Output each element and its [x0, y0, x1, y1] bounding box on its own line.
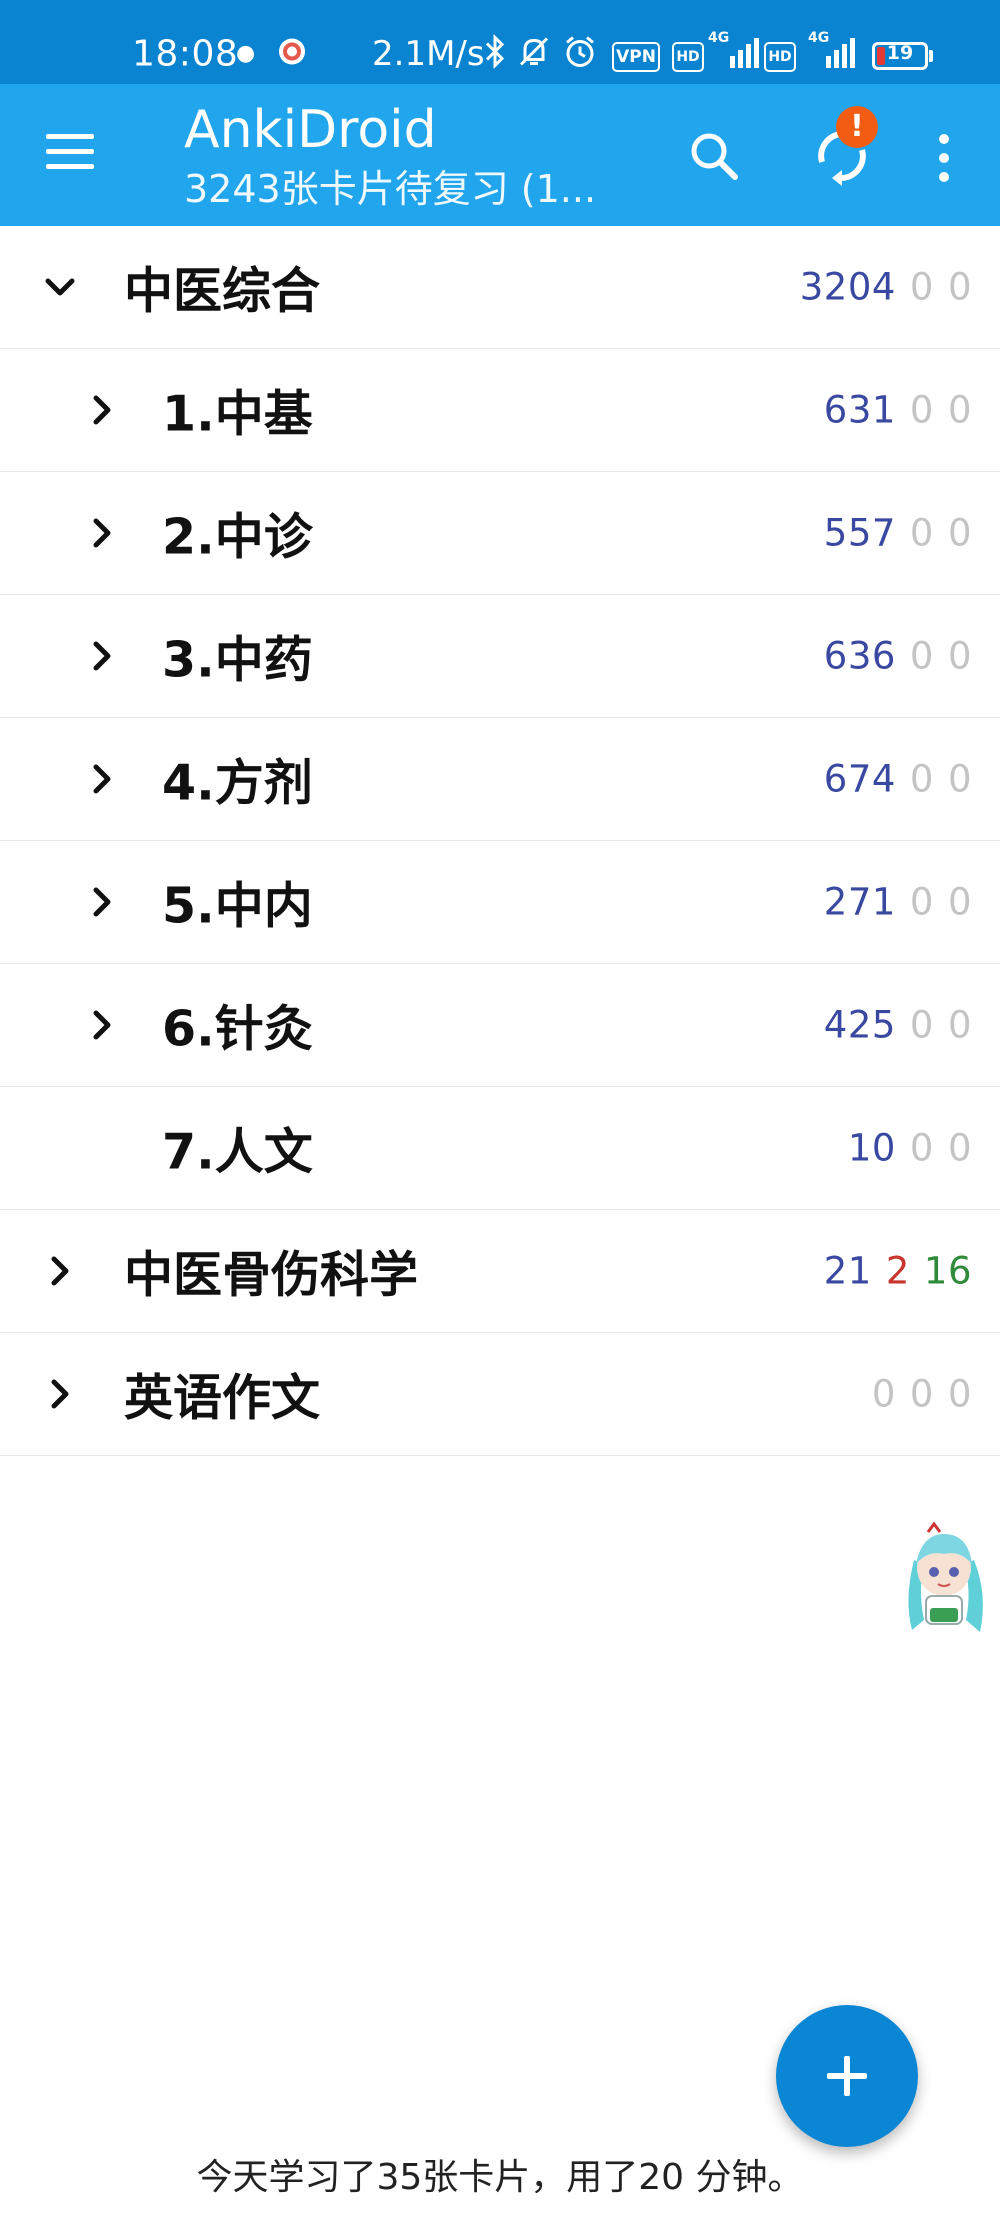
deck-counts: 425 0 0	[824, 1004, 972, 1047]
chevron-right-icon[interactable]	[82, 636, 122, 676]
deck-name: 1.中基	[162, 385, 313, 443]
deck-row[interactable]: 2.中诊 557 0 0	[0, 472, 1000, 595]
deck-counts: 000	[872, 1373, 972, 1416]
network-speed: 2.1M/s	[372, 34, 485, 74]
new-count: 21	[823, 1249, 872, 1293]
deck-row[interactable]: 中医骨伤科学 21 2 16	[0, 1210, 1000, 1333]
hd-icon-2: HD	[764, 42, 796, 72]
chevron-right-icon[interactable]	[40, 1374, 80, 1414]
bell-muted-icon	[516, 34, 552, 75]
add-plus-icon[interactable]	[776, 2005, 918, 2147]
deck-row[interactable]: 英语作文 000	[0, 1333, 1000, 1456]
deck-name: 7.人文	[162, 1123, 313, 1181]
deck-row[interactable]: 1.中基 631 0 0	[0, 349, 1000, 472]
signal-strength-icon-2	[826, 34, 855, 68]
learn-count: 0	[909, 880, 934, 924]
chevron-right-icon[interactable]	[82, 759, 122, 799]
deck-counts: 21 2 16	[824, 1250, 972, 1293]
new-count: 425	[823, 1003, 896, 1047]
deck-name: 英语作文	[124, 1369, 321, 1427]
deck-counts: 557 0 0	[824, 512, 972, 555]
status-bar: 18:08 ● 2.1M/s VPN HD 4G HD 4G 19	[0, 0, 1000, 84]
sync-alert-badge: !	[836, 106, 878, 148]
due-cards-subtitle: 3243张卡片待复习 (1...	[184, 167, 597, 211]
review-count: 0	[947, 1372, 972, 1416]
deck-row[interactable]: 3.中药 636 0 0	[0, 595, 1000, 718]
deck-name: 2.中诊	[162, 508, 313, 566]
deck-row[interactable]: 4.方剂 674 0 0	[0, 718, 1000, 841]
chevron-right-icon[interactable]	[82, 882, 122, 922]
status-time: 18:08	[132, 33, 239, 75]
review-count: 0	[947, 757, 972, 801]
new-count: 10	[847, 1126, 896, 1170]
chevron-right-icon[interactable]	[82, 513, 122, 553]
deck-counts: 636 0 0	[824, 635, 972, 678]
deck-name: 6.针灸	[162, 1000, 313, 1058]
deck-row[interactable]: 中医综合 3204 0 0	[0, 226, 1000, 349]
new-count: 557	[823, 511, 896, 555]
deck-name: 4.方剂	[162, 754, 313, 812]
learn-count: 0	[909, 757, 934, 801]
deck-counts: 271 0 0	[824, 881, 972, 924]
learn-count: 0	[909, 265, 934, 309]
mascot-sticker	[894, 1520, 994, 1640]
review-count: 0	[947, 388, 972, 432]
review-count: 16	[923, 1249, 972, 1293]
new-count: 3204	[799, 265, 896, 309]
deck-name: 5.中内	[162, 877, 313, 935]
learn-count: 0	[909, 1126, 934, 1170]
learn-count: 0	[909, 1372, 934, 1416]
deck-counts: 10 0 0	[848, 1127, 972, 1170]
hd-icon: HD	[672, 42, 704, 72]
review-count: 0	[947, 265, 972, 309]
chevron-right-icon[interactable]	[40, 1251, 80, 1291]
learn-count: 0	[909, 511, 934, 555]
learn-count: 2	[885, 1249, 910, 1293]
deck-counts: 3204 0 0	[800, 266, 972, 309]
deck-row[interactable]: 7.人文 10 0 0	[0, 1087, 1000, 1210]
review-count: 0	[947, 511, 972, 555]
deck-name: 中医综合	[124, 262, 321, 320]
deck-row[interactable]: 6.针灸 425 0 0	[0, 964, 1000, 1087]
learn-count: 0	[909, 388, 934, 432]
chevron-right-icon[interactable]	[82, 1005, 122, 1045]
deck-row[interactable]: 5.中内 271 0 0	[0, 841, 1000, 964]
app-bar: AnkiDroid 3243张卡片待复习 (1... !	[0, 84, 1000, 226]
new-count: 631	[823, 388, 896, 432]
new-count: 674	[823, 757, 896, 801]
review-count: 0	[947, 880, 972, 924]
signal-type-label: 4G	[708, 30, 730, 46]
battery-icon: 19	[872, 42, 933, 70]
vpn-icon: VPN	[612, 42, 660, 72]
learn-count: 0	[909, 634, 934, 678]
app-title: AnkiDroid	[184, 100, 437, 160]
review-count: 0	[947, 1003, 972, 1047]
new-count: 0	[871, 1372, 896, 1416]
search-icon[interactable]	[686, 128, 742, 184]
new-count: 636	[823, 634, 896, 678]
learn-count: 0	[909, 1003, 934, 1047]
signal-strength-icon	[730, 34, 759, 68]
review-count: 0	[947, 1126, 972, 1170]
chevron-down-icon[interactable]	[40, 267, 80, 307]
bluetooth-icon	[484, 33, 506, 74]
deck-name: 3.中药	[162, 631, 313, 689]
app-notification-icon	[276, 36, 308, 73]
more-vert-icon[interactable]	[924, 130, 964, 186]
hamburger-menu-icon[interactable]	[46, 134, 94, 170]
deck-name: 中医骨伤科学	[124, 1246, 419, 1304]
alarm-icon	[562, 34, 598, 75]
study-summary: 今天学习了35张卡片，用了20 分钟。	[196, 2157, 804, 2198]
chevron-right-icon[interactable]	[82, 390, 122, 430]
deck-list: 中医综合 3204 0 0 1.中基 631 0 0 2.中诊 557 0 0 3.中药 6…	[0, 226, 1000, 1456]
battery-level: 19	[886, 42, 914, 64]
deck-counts: 674 0 0	[824, 758, 972, 801]
deck-counts: 631 0 0	[824, 389, 972, 432]
new-count: 271	[823, 880, 896, 924]
review-count: 0	[947, 634, 972, 678]
water-drop-icon: ●	[236, 41, 256, 66]
